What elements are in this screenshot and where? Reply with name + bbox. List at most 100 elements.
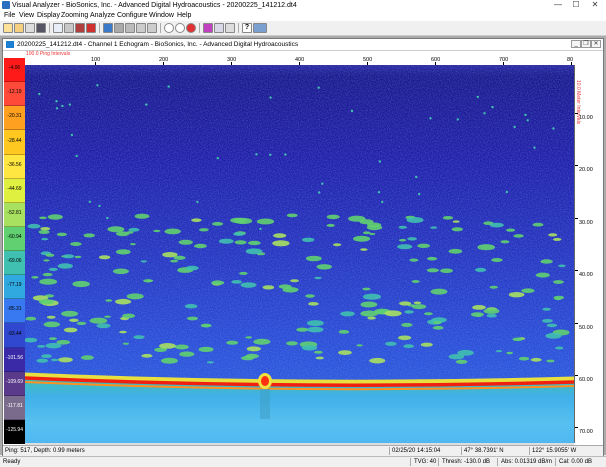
fish-target [316, 264, 332, 270]
fish-target [122, 313, 136, 319]
fish-target [448, 354, 465, 360]
depth-tick-label: 50.00 [579, 325, 593, 331]
color-scale-label: -69.06 [7, 258, 22, 265]
fish-target [483, 112, 486, 115]
fish-target [333, 243, 342, 247]
histogram-icon[interactable] [203, 23, 213, 33]
fish-target [455, 359, 468, 364]
fish-target [317, 86, 320, 89]
fish-target [160, 357, 178, 364]
fish-target [451, 227, 463, 232]
fish-target [61, 104, 64, 108]
fish-target [440, 268, 453, 274]
fish-target [105, 299, 113, 302]
menu-file[interactable]: File [4, 11, 15, 21]
help-icon[interactable]: ? [242, 23, 252, 33]
echogram-status-bar: Ping: 517, Depth: 0.99 meters 02/25/20 1… [3, 445, 603, 456]
no-entry-icon[interactable] [186, 23, 196, 33]
close-button[interactable]: ✕ [588, 0, 602, 10]
fish-target [43, 259, 50, 262]
fish-target [25, 316, 37, 321]
echogram-display[interactable] [25, 65, 574, 443]
child-minimize-button[interactable]: _ [571, 40, 581, 48]
fish-target [226, 340, 239, 345]
maximize-button[interactable]: ☐ [569, 0, 583, 10]
fish-target [378, 160, 381, 163]
ping-depth-readout: Ping: 517, Depth: 0.99 meters [5, 448, 85, 454]
zoom-in-icon[interactable] [164, 23, 174, 33]
table-icon[interactable] [114, 23, 124, 33]
depth-tick-label: 40.00 [579, 272, 593, 278]
fish-target [542, 307, 551, 311]
fish-target [282, 287, 299, 293]
fish-target [424, 312, 433, 316]
fish-target [38, 92, 41, 96]
fish-target [442, 216, 454, 220]
fish-target [141, 353, 153, 358]
seabed-shadow [260, 389, 270, 419]
fish-target [448, 248, 463, 254]
edit-icon[interactable] [136, 23, 146, 33]
fish-target [48, 337, 57, 340]
color-scale-swatch: -60.94 [4, 226, 25, 251]
absorption-status: Abs: 0.01319 dB/m [497, 458, 552, 466]
list-icon[interactable] [103, 23, 113, 33]
child-close-button[interactable]: ✕ [591, 40, 601, 48]
print-icon[interactable] [25, 23, 35, 33]
fish-target [194, 243, 207, 249]
menu-display[interactable]: Display [37, 11, 60, 21]
fish-target [476, 95, 479, 99]
stop-icon[interactable] [86, 23, 96, 33]
fish-target [246, 346, 261, 352]
fish-target [140, 260, 147, 263]
fish-target [69, 318, 79, 322]
chart-icon[interactable] [53, 23, 63, 33]
depth-interval-label: 10.0 Meter Intervals [575, 80, 581, 125]
fish-target [98, 204, 101, 208]
arrow-icon[interactable] [225, 23, 235, 33]
toolbar-separator [199, 23, 200, 33]
bars-icon[interactable] [125, 23, 135, 33]
zoom-out-icon[interactable] [175, 23, 185, 33]
fish-target [51, 358, 59, 362]
open-folder-icon[interactable] [14, 23, 24, 33]
fish-target [61, 310, 79, 317]
open-file-icon[interactable] [3, 23, 13, 33]
fish-target [338, 330, 350, 334]
fish-target [314, 350, 323, 354]
settings-icon[interactable] [253, 23, 267, 33]
fish-target [119, 330, 127, 334]
fish-target [233, 232, 245, 236]
fish-target [348, 215, 366, 222]
fish-target [42, 272, 53, 277]
grid-icon[interactable] [64, 23, 74, 33]
fish-target [45, 253, 55, 257]
menu-zooming[interactable]: Zooming [61, 11, 88, 21]
menu-help[interactable]: Help [177, 11, 191, 21]
minimize-button[interactable]: — [551, 0, 565, 10]
depth-tick-label: 70.00 [579, 429, 593, 435]
grid-small-icon[interactable] [147, 23, 157, 33]
child-restore-button[interactable]: ❐ [581, 40, 591, 48]
fish-target [31, 276, 39, 279]
menu-configure[interactable]: Configure [117, 11, 147, 21]
fish-target [512, 337, 523, 342]
fish-target [506, 228, 516, 232]
fish-target [301, 345, 318, 351]
fish-target [548, 233, 558, 237]
menu-view[interactable]: View [19, 11, 34, 21]
fish-target [262, 285, 275, 290]
fish-target [68, 103, 71, 106]
image-icon[interactable] [75, 23, 85, 33]
menu-window[interactable]: Window [149, 11, 174, 21]
latitude-readout: 47° 38.7391' N [461, 447, 504, 455]
fish-target [369, 232, 376, 236]
menu-analyze[interactable]: Analyze [90, 11, 115, 21]
save-icon[interactable] [36, 23, 46, 33]
fish-target [231, 280, 242, 284]
layers-icon[interactable] [214, 23, 224, 33]
fish-target [306, 320, 324, 327]
fish-target [401, 322, 413, 327]
fish-target [63, 327, 78, 333]
fish-target [55, 100, 58, 103]
